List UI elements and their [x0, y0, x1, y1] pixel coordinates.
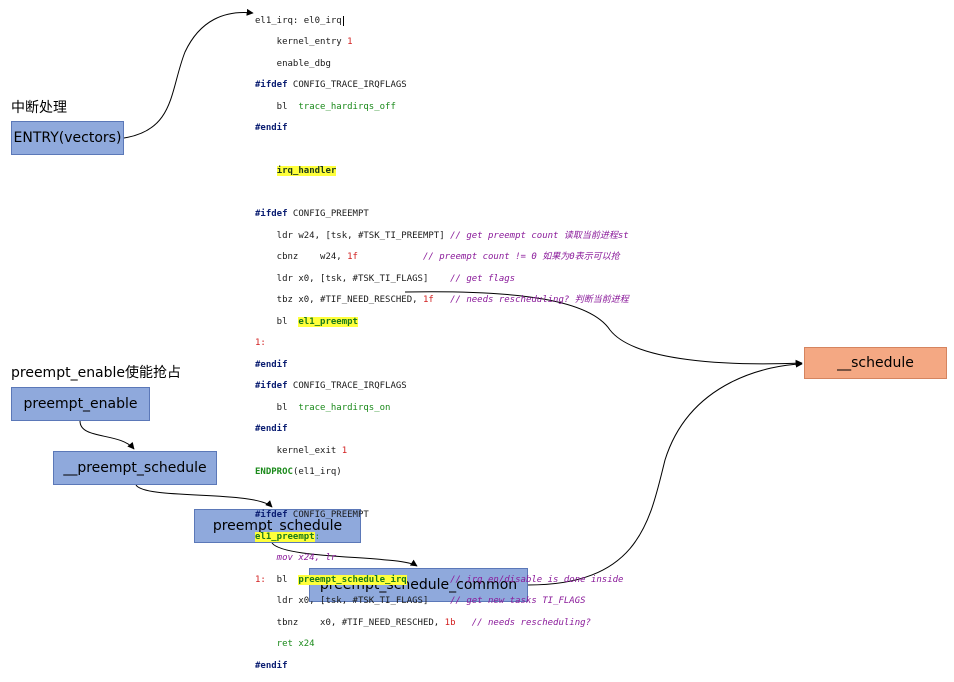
code-line: kernel_entry 1 — [255, 37, 353, 48]
arrow-__preempt-schedule-to-preempt-schedule — [135, 484, 273, 508]
entry-vectors-box: ENTRY(vectors) — [11, 121, 124, 155]
code-line: #endif — [255, 123, 288, 134]
code-line: enable_dbg — [255, 58, 331, 69]
el1-preempt-call-highlight: el1_preempt — [298, 316, 358, 327]
code-line: tbz x0, #TIF_NEED_RESCHED, 1f // needs r… — [255, 295, 629, 306]
code-line: ldr x0, [tsk, #TSK_TI_FLAGS] // get flag… — [255, 273, 516, 284]
preempt-schedule-irq-highlight: preempt_schedule_irq — [298, 574, 407, 585]
code-line: el1_irq: el0_irq — [255, 15, 344, 26]
code-line: ldr x0, [tsk, #TSK_TI_FLAGS] // get new … — [255, 596, 586, 607]
code-line: tbnz x0, #TIF_NEED_RESCHED, 1b // needs … — [255, 617, 591, 628]
preempt-heading: preempt_enable使能抢占 — [11, 365, 182, 381]
arrow-entry-to-el1-irq — [123, 8, 254, 139]
code-line: bl el1_preempt — [255, 316, 358, 327]
code-line: 1: — [255, 338, 266, 349]
code-line: #endif — [255, 359, 288, 370]
el1-preempt-label-highlight: el1_preempt — [255, 531, 315, 542]
code-line: ENDPROC(el1_irq) — [255, 467, 342, 478]
arrow-preempt-enable-to-__preempt-schedule — [79, 420, 135, 450]
__preempt-schedule-box: __preempt_schedule — [53, 451, 217, 485]
code-line: #ifdef CONFIG_TRACE_IRQFLAGS — [255, 80, 407, 91]
code-line: #ifdef CONFIG_PREEMPT — [255, 209, 369, 220]
code-line: cbnz w24, 1f // preempt count != 0 如果为0表… — [255, 252, 620, 263]
code-line: mov x24, lr — [255, 553, 337, 564]
code-line: ldr w24, [tsk, #TSK_TI_PREEMPT] // get p… — [255, 230, 629, 241]
code-line: 1: bl preempt_schedule_irq // irq en/dis… — [255, 574, 624, 585]
code-line: bl trace_hardirqs_off — [255, 101, 396, 112]
code-line: kernel_exit 1 — [255, 445, 348, 456]
code-line: #endif — [255, 660, 288, 671]
code-line: irq_handler — [255, 166, 629, 177]
code-line: bl trace_hardirqs_on — [255, 402, 391, 413]
preempt-enable-box: preempt_enable — [11, 387, 150, 421]
code-line: #endif — [255, 424, 288, 435]
assembly-code-listing: el1_irq: el0_irq kernel_entry 1 enable_d… — [255, 5, 629, 682]
code-line: el1_preempt: — [255, 531, 321, 542]
code-line: #ifdef CONFIG_PREEMPT — [255, 510, 369, 521]
irq-handler-highlight: irq_handler — [276, 166, 337, 177]
schedule-box: __schedule — [804, 347, 947, 379]
interrupt-heading: 中断处理 — [11, 100, 67, 116]
code-line: ret x24 — [255, 639, 315, 650]
code-line: #ifdef CONFIG_TRACE_IRQFLAGS — [255, 381, 407, 392]
